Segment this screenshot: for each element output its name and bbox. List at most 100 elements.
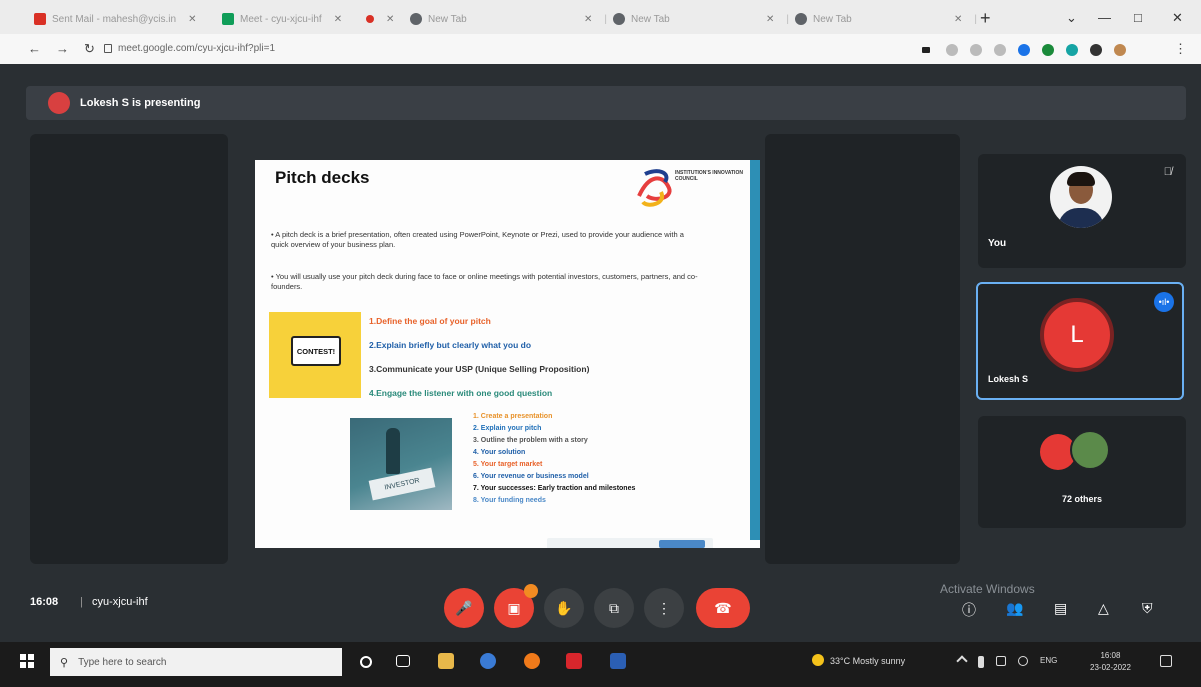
chrome-icon <box>410 13 422 25</box>
tab-recording[interactable]: ✕ <box>366 8 394 30</box>
maximize-button[interactable]: □ <box>1134 10 1142 25</box>
close-icon[interactable]: ✕ <box>386 14 394 25</box>
participant-tile-lokesh[interactable]: L •ıl• Lokesh S <box>976 282 1184 400</box>
notification-center-icon[interactable] <box>1160 655 1172 667</box>
separator: | <box>80 596 83 608</box>
mic-toggle-button[interactable]: 🎤 <box>444 588 484 628</box>
word-icon[interactable] <box>610 653 626 669</box>
close-window-button[interactable]: ✕ <box>1172 10 1183 26</box>
star-icon[interactable] <box>994 44 1006 56</box>
host-controls-icon[interactable]: ⛨ <box>1142 600 1153 617</box>
notification-badge <box>524 584 538 598</box>
search-placeholder: Type here to search <box>78 656 167 668</box>
people-icon[interactable]: 👥 <box>1006 600 1023 617</box>
end-call-button[interactable]: ☎ <box>696 588 750 628</box>
network-icon[interactable] <box>996 656 1006 666</box>
battery-icon[interactable] <box>978 656 984 668</box>
show-hidden-icons-chevron-icon[interactable] <box>956 655 968 667</box>
avatar <box>1070 430 1110 470</box>
camera-icon[interactable] <box>922 47 930 53</box>
mic-off-icon: 🎤 <box>455 599 473 616</box>
participant-tile-you[interactable]: 🎙̸ You <box>978 154 1186 268</box>
chrome-icon[interactable] <box>480 653 496 669</box>
presentation-background-right <box>765 134 960 564</box>
lock-icon[interactable] <box>104 44 112 53</box>
tab-new-3[interactable]: ✕ | New Tab <box>760 8 852 30</box>
more-options-button[interactable]: ⋮ <box>644 588 684 628</box>
close-icon[interactable]: ✕ <box>584 14 592 25</box>
pdf-reader-icon[interactable] <box>566 653 582 669</box>
activate-windows-watermark: Activate Windows <box>940 582 1035 596</box>
windows-start-icon[interactable] <box>20 654 34 668</box>
extension-icon[interactable] <box>1018 44 1030 56</box>
close-icon[interactable]: ✕ <box>766 14 774 25</box>
meeting-clock: 16:08 <box>30 596 59 608</box>
cortana-icon[interactable] <box>360 656 372 668</box>
slide-step: 4.Engage the listener with one good ques… <box>369 388 553 398</box>
slide-substep: 4. Your solution <box>473 449 526 456</box>
raise-hand-button[interactable]: ✋ <box>544 588 584 628</box>
new-tab-button[interactable]: + <box>980 8 991 29</box>
chat-icon[interactable]: ▤ <box>1054 600 1067 617</box>
puzzle-icon[interactable] <box>1090 44 1102 56</box>
language-indicator[interactable]: ENG <box>1040 656 1057 665</box>
forward-icon[interactable]: → <box>56 41 69 56</box>
clock-date: 23-02-2022 <box>1090 663 1131 672</box>
slide-substep: 8. Your funding needs <box>473 497 546 504</box>
address-bar: ← → ↻ meet.google.com/cyu-xjcu-ihf?pli=1… <box>0 34 1201 64</box>
gmail-icon <box>34 13 46 25</box>
logo-text: INSTITUTION'S INNOVATION COUNCIL <box>675 170 743 182</box>
slide-title: Pitch decks <box>275 168 370 187</box>
tab-label: New Tab <box>631 13 670 25</box>
tab-strip-end: ✕ | <box>954 13 977 25</box>
activities-icon[interactable]: △ <box>1098 600 1109 617</box>
extension-icon[interactable] <box>946 44 958 56</box>
tab-gmail[interactable]: Sent Mail - mahesh@ycis.in ✕ <box>34 8 196 30</box>
present-screen-icon: ⧉ <box>609 599 619 616</box>
contest-illustration: CONTEST! <box>269 312 361 398</box>
tab-new-2[interactable]: ✕ | New Tab <box>578 8 670 30</box>
avatar <box>48 92 70 114</box>
profile-avatar-icon[interactable] <box>1114 44 1126 56</box>
present-now-button[interactable]: ⧉ <box>594 588 634 628</box>
checkmark-icon[interactable] <box>1042 44 1054 56</box>
close-icon[interactable]: ✕ <box>188 14 196 25</box>
info-icon[interactable]: ⓘ <box>962 600 976 620</box>
slide-substep: 2. Explain your pitch <box>473 425 542 432</box>
close-icon[interactable]: ✕ <box>334 14 342 25</box>
tab-label: New Tab <box>813 13 852 25</box>
camera-toggle-button[interactable]: ▣ <box>494 584 538 628</box>
task-view-icon[interactable] <box>396 655 410 667</box>
tab-label: Meet - cyu-xjcu-ihf <box>240 13 322 25</box>
extension-icon[interactable] <box>1066 44 1078 56</box>
weather-status[interactable]: 33°C Mostly sunny <box>830 656 905 666</box>
file-explorer-icon[interactable] <box>438 653 454 669</box>
participant-tile-others[interactable]: 72 others <box>978 416 1186 528</box>
minimize-button[interactable]: — <box>1098 10 1111 25</box>
firefox-icon[interactable] <box>524 653 540 669</box>
record-icon <box>366 15 374 23</box>
back-icon[interactable]: ← <box>28 41 41 56</box>
taskbar-search-input[interactable]: ⚲ Type here to search <box>50 648 342 676</box>
browser-tab-bar: Sent Mail - mahesh@ycis.in ✕ Meet - cyu-… <box>0 0 1201 34</box>
clock-time: 16:08 <box>1100 651 1121 660</box>
slide-substep: 6. Your revenue or business model <box>473 473 589 480</box>
close-icon[interactable]: ✕ <box>954 14 962 25</box>
windows-taskbar: ⚲ Type here to search 33°C Mostly sunny … <box>0 642 1201 687</box>
url-field[interactable]: meet.google.com/cyu-xjcu-ihf?pli=1 <box>118 43 275 54</box>
more-vert-icon: ⋮ <box>657 599 671 616</box>
tab-meet[interactable]: Meet - cyu-xjcu-ihf ✕ <box>222 8 342 30</box>
cookie-accept-button[interactable] <box>659 540 705 548</box>
menu-icon[interactable]: ⋮ <box>1174 41 1187 57</box>
phone-hangup-icon: ☎ <box>714 599 732 616</box>
extension-icon[interactable] <box>970 44 982 56</box>
tab-search-icon[interactable]: ⌄ <box>1066 10 1077 26</box>
camera-off-icon: ▣ <box>507 599 521 616</box>
reload-icon[interactable]: ↻ <box>84 41 95 57</box>
taskbar-clock[interactable]: 16:08 23-02-2022 <box>1090 650 1131 674</box>
slide-substep: 3. Outline the problem with a story <box>473 437 588 444</box>
presentation-background-left <box>30 134 228 564</box>
investor-chess-image: INVESTOR <box>350 418 452 510</box>
volume-icon[interactable] <box>1018 656 1028 666</box>
tab-new-1[interactable]: New Tab <box>410 8 467 30</box>
